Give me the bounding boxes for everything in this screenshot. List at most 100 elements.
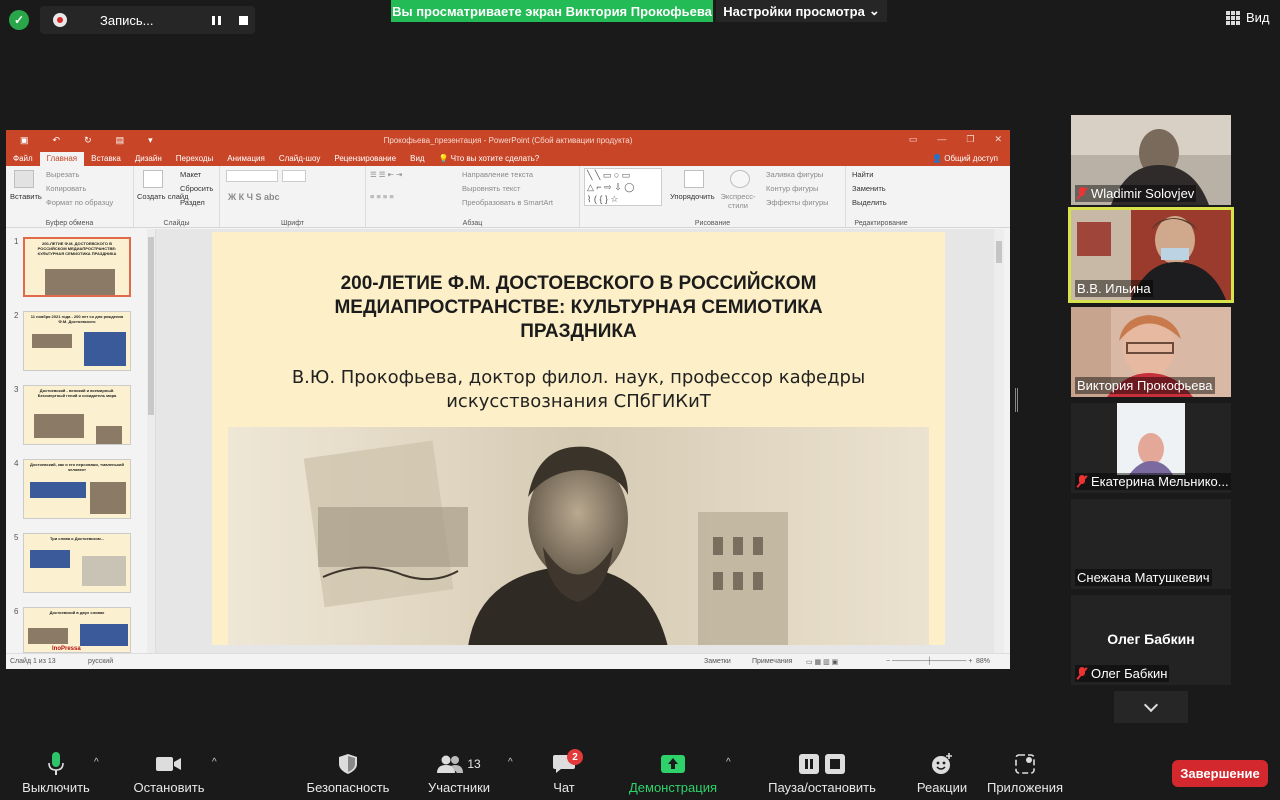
ppt-ribbon: Вставить Вырезать Копировать Формат по о… (6, 166, 1010, 228)
ppt-tab-design: Дизайн (134, 154, 162, 163)
recording-dot-icon (53, 13, 67, 27)
participant-name: Снежана Матушкевич (1077, 570, 1210, 585)
view-button[interactable]: Вид (1226, 10, 1270, 25)
participant-name-tag: Wladimir Solovjev (1075, 185, 1197, 202)
share-options-caret-icon[interactable]: ^ (726, 757, 736, 768)
chat-unread-badge: 2 (567, 749, 583, 765)
video-options-caret-icon[interactable]: ^ (212, 757, 222, 768)
stop-recording-button[interactable] (233, 10, 253, 30)
ribbon-group-drawing: ╲ ╲ ▭ ○ ▭ △ ⌐ ⇨ ⇩ ◯ ⌇ ( { } ☆ Упорядочить … (580, 166, 846, 228)
replace-label: Заменить (852, 184, 886, 193)
paste-icon (14, 170, 34, 188)
recording-label: Запись... (100, 12, 154, 28)
thumb-number: 5 (14, 533, 19, 542)
slide-thumbnail: Достоевский - великий и всемирный. Бессм… (23, 385, 131, 445)
stop-video-label: Остановить видео (133, 780, 205, 800)
shape-outline-label: Контур фигуры (766, 184, 819, 193)
editor-scrollbar (994, 229, 1004, 653)
participant-name-tag: В.В. Ильина (1075, 280, 1153, 297)
audio-options-caret-icon[interactable]: ^ (94, 757, 104, 768)
thumb-image (82, 556, 126, 586)
participant-tile[interactable]: Олег Бабкин Олег Бабкин (1071, 595, 1231, 685)
stop-video-button[interactable]: Остановить видео (118, 750, 220, 800)
participant-tile[interactable]: Снежана Матушкевич (1071, 499, 1231, 589)
notes-label: Заметки (704, 658, 731, 665)
drawing-group-label: Рисование (694, 220, 731, 227)
thumb-image (80, 624, 128, 646)
thumb-number: 6 (14, 607, 19, 616)
shared-screen-powerpoint: ▣ ↶ ↻ ▤ ▾ Прокофьева_презентация - Power… (6, 130, 1010, 669)
more-participants-button[interactable] (1114, 691, 1188, 723)
express-styles-label: Экспресс-стили (720, 192, 756, 210)
reactions-button[interactable]: Реакции (914, 750, 970, 795)
ppt-tab-file: Файл (13, 154, 33, 163)
reset-label: Сбросить (180, 184, 214, 193)
participant-name-tag: Олег Бабкин (1075, 665, 1170, 682)
font-format-buttons: Ж К Ч S abc (228, 192, 280, 202)
ppt-share-access: 👤 Общий доступ (932, 154, 998, 163)
find-label: Найти (852, 170, 874, 179)
panel-resize-handle[interactable] (1015, 388, 1018, 412)
share-screen-button[interactable]: Демонстрация экрана (610, 750, 736, 800)
cut-label: Вырезать (46, 170, 80, 179)
ppt-menu-tabs: Файл Главная Вставка Дизайн Переходы Ани… (6, 150, 1010, 166)
ppt-tab-view: Вид (410, 154, 425, 163)
thumb-image (32, 334, 72, 348)
participant-tile[interactable]: Wladimir Solovjev (1071, 115, 1231, 205)
share-banner: Вы просматриваете экран Виктория Прокофь… (391, 0, 713, 22)
current-slide: 200-ЛЕТИЕ Ф.М. ДОСТОЕВСКОГО В РОССИЙСКОМ… (212, 232, 945, 645)
slide-thumbnail: Достоевский, как и его персонажи, «мален… (23, 459, 131, 519)
comments-label: Примечания (752, 658, 793, 665)
ppt-tab-transitions: Переходы (175, 154, 214, 163)
bullets-icon: ☰ ☰ ⇤ ⇥ (370, 170, 403, 179)
paragraph-group-label: Абзац (462, 220, 483, 227)
thumb-title: 11 ноября 2021 года - 200 лет со дня рож… (30, 314, 124, 324)
view-settings-button[interactable]: Настройки просмотра ⌄ (716, 0, 887, 22)
thumb-number: 3 (14, 385, 19, 394)
clipboard-group-label: Буфер обмена (45, 220, 94, 227)
view-label: Вид (1246, 10, 1270, 25)
slide-title: 200-ЛЕТИЕ Ф.М. ДОСТОЕВСКОГО В РОССИЙСКОМ… (334, 273, 823, 342)
chevron-down-icon (1143, 697, 1159, 712)
font-group-label: Шрифт (280, 220, 305, 227)
text-direction-label: Направление текста (462, 170, 534, 179)
share-screen-label: Демонстрация экрана (628, 780, 718, 800)
ppt-tab-slideshow: Слайд-шоу (278, 154, 321, 163)
ribbon-group-clipboard: Вставить Вырезать Копировать Формат по о… (6, 166, 134, 228)
paste-label: Вставить (10, 192, 42, 201)
end-meeting-button[interactable]: Завершение (1172, 760, 1268, 787)
ppt-window-title: Прокофьева_презентация - PowerPoint (Сбо… (383, 135, 633, 145)
smartart-label: Преобразовать в SmartArt (462, 198, 553, 207)
slide-subtitle: В.Ю. Прокофьева, доктор филол. наук, про… (291, 367, 866, 412)
thumb-image (34, 414, 84, 438)
participant-name: Wladimir Solovjev (1091, 186, 1195, 201)
thumb-image (28, 628, 68, 644)
ppt-tab-animation: Анимация (227, 154, 265, 163)
participant-tile[interactable]: Екатерина Мельнико... (1071, 403, 1231, 493)
font-size-box (282, 170, 306, 182)
thumb-image (90, 482, 126, 514)
security-shield-icon[interactable]: ✓ (9, 10, 29, 30)
participants-label: Участники (427, 780, 491, 795)
participant-center-name: Олег Бабкин (1107, 631, 1195, 647)
ribbon-group-paragraph: ☰ ☰ ⇤ ⇥ ≡ ≡ ≡ ≡ Направление текста Выров… (366, 166, 580, 228)
pause-recording-button[interactable] (206, 10, 226, 30)
participants-button[interactable]: 13 Участники (426, 750, 492, 795)
thumbnails-scrollbar (147, 229, 155, 653)
thumb-title: Достоевский, как и его персонажи, «мален… (30, 462, 124, 472)
slide-editor: 200-ЛЕТИЕ Ф.М. ДОСТОЕВСКОГО В РОССИЙСКОМ… (156, 229, 1004, 653)
slide-counter: Слайд 1 из 13 (10, 658, 56, 665)
participant-tile[interactable]: Виктория Прокофьева (1071, 307, 1231, 397)
thumb-brand: InoPressa (52, 646, 81, 652)
apps-icon (986, 750, 1064, 778)
select-label: Выделить (852, 198, 887, 207)
security-button[interactable]: Безопасность (306, 750, 390, 795)
pause-stop-recording-button[interactable]: Пауза/остановить запись (750, 750, 894, 800)
apps-button[interactable]: Приложения (986, 750, 1064, 795)
mute-button[interactable]: Выключить звук (10, 750, 102, 800)
participants-caret-icon[interactable]: ^ (508, 757, 518, 768)
thumb-image (96, 426, 122, 444)
participant-name-tag: Снежана Матушкевич (1075, 569, 1212, 586)
align-text-label: Выровнять текст (462, 184, 521, 193)
participant-tile-active-speaker[interactable]: В.В. Ильина (1068, 207, 1234, 303)
